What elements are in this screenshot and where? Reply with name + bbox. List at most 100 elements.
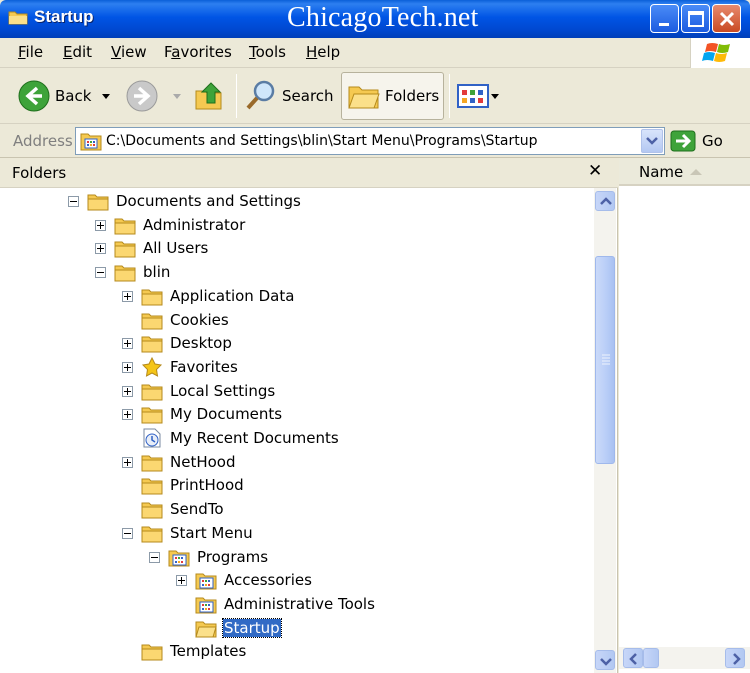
tree-item-administrator[interactable]: Administrator <box>95 214 246 236</box>
expand-icon[interactable] <box>122 361 133 373</box>
tree-item-label: Startup <box>222 618 282 638</box>
scroll-thumb-horizontal[interactable] <box>643 648 659 668</box>
star-icon <box>141 357 163 377</box>
tree-item-my-recent-documents[interactable]: My Recent Documents <box>122 427 340 449</box>
folder-icon <box>114 218 136 235</box>
close-icon <box>719 11 735 27</box>
address-dropdown-button[interactable] <box>641 129 663 153</box>
up-button[interactable] <box>194 72 226 120</box>
expand-icon[interactable] <box>122 385 133 397</box>
tree-item-label: Administrator <box>143 216 246 234</box>
back-dropdown-icon[interactable] <box>97 87 115 105</box>
scroll-down-button[interactable] <box>595 650 615 670</box>
scroll-thumb[interactable] <box>595 256 615 464</box>
tree-item-documents-and-settings[interactable]: Documents and Settings <box>68 190 302 212</box>
go-arrow-icon <box>670 130 696 152</box>
expand-icon[interactable] <box>122 337 133 349</box>
folder-icon <box>141 455 163 472</box>
folder-icon <box>141 502 163 519</box>
tree-item-printhood[interactable]: PrintHood <box>122 474 245 496</box>
tree-item-local-settings[interactable]: Local Settings <box>122 380 276 402</box>
folder-icon <box>8 11 28 25</box>
tree-item-label: Desktop <box>170 334 232 352</box>
tree-vertical-scrollbar[interactable] <box>594 188 616 673</box>
folders-pane-close-button[interactable]: ✕ <box>588 161 602 181</box>
menu-edit[interactable]: Edit <box>63 43 92 61</box>
tree-item-my-documents[interactable]: My Documents <box>122 403 283 425</box>
forward-button[interactable] <box>126 72 186 120</box>
open-folder-icon <box>195 621 217 638</box>
expand-icon[interactable] <box>122 290 133 302</box>
expand-icon[interactable] <box>95 219 106 231</box>
collapse-icon[interactable] <box>149 551 160 563</box>
tree-item-nethood[interactable]: NetHood <box>122 451 237 473</box>
address-label: Address <box>13 132 73 150</box>
collapse-icon[interactable] <box>68 195 79 207</box>
minimize-button[interactable] <box>650 4 679 33</box>
tree-item-blin[interactable]: blin <box>95 261 171 283</box>
tree-item-all-users[interactable]: All Users <box>95 237 209 259</box>
close-button[interactable] <box>712 4 741 33</box>
tree-item-label: Favorites <box>170 358 238 376</box>
chevron-right-icon <box>733 653 741 665</box>
tree-item-templates[interactable]: Templates <box>122 640 247 662</box>
folders-pane-title: Folders <box>12 164 67 182</box>
folder-icon <box>141 313 163 330</box>
expand-icon[interactable] <box>176 574 187 586</box>
file-list-pane[interactable]: Name <box>619 158 750 673</box>
views-dropdown-icon[interactable] <box>489 87 501 105</box>
folder-icon <box>141 289 163 306</box>
tree-item-programs[interactable]: Programs <box>149 546 269 568</box>
tree-item-sendto[interactable]: SendTo <box>122 498 225 520</box>
tree-item-desktop[interactable]: Desktop <box>122 332 233 354</box>
chevron-down-icon <box>646 137 658 145</box>
tree-item-label: My Recent Documents <box>170 429 339 447</box>
chevron-down-icon <box>600 658 612 666</box>
folders-button[interactable]: Folders <box>341 72 444 120</box>
list-horizontal-scrollbar[interactable] <box>619 647 750 669</box>
programs-folder-icon <box>195 573 217 590</box>
tree-item-label: Programs <box>197 548 269 566</box>
tree-item-startup[interactable]: Startup <box>176 617 282 639</box>
tree-item-administrative-tools[interactable]: Administrative Tools <box>176 593 376 615</box>
scroll-left-button[interactable] <box>623 648 643 668</box>
menu-help[interactable]: Help <box>306 43 340 61</box>
name-column-header[interactable]: Name <box>619 158 750 186</box>
tree-item-application-data[interactable]: Application Data <box>122 285 295 307</box>
scroll-up-button[interactable] <box>595 191 615 211</box>
title-bar[interactable]: Startup ChicagoTech.net <box>0 0 750 38</box>
collapse-icon[interactable] <box>122 527 133 539</box>
maximize-button[interactable] <box>681 4 710 33</box>
tree-item-label: Local Settings <box>170 382 276 400</box>
menu-file[interactable]: File <box>18 43 43 61</box>
folder-icon <box>141 644 163 661</box>
menu-tools[interactable]: Tools <box>249 43 286 61</box>
minimize-icon <box>659 23 669 26</box>
back-button[interactable]: Back <box>18 72 115 120</box>
folder-icon <box>141 336 163 353</box>
folder-icon <box>141 384 163 401</box>
sort-ascending-icon <box>690 169 702 175</box>
expand-icon[interactable] <box>122 408 133 420</box>
menu-favorites[interactable]: Favorites <box>164 43 232 61</box>
views-button[interactable] <box>457 72 501 120</box>
expand-icon[interactable] <box>95 242 106 254</box>
chevron-left-icon <box>629 653 637 665</box>
folder-icon <box>87 194 109 211</box>
scroll-right-button[interactable] <box>725 648 745 668</box>
forward-dropdown-icon[interactable] <box>168 87 186 105</box>
folders-icon <box>348 86 380 109</box>
tree-item-start-menu[interactable]: Start Menu <box>122 522 254 544</box>
tree-item-label: All Users <box>143 239 209 257</box>
address-input[interactable]: C:\Documents and Settings\blin\Start Men… <box>75 127 665 155</box>
programs-folder-icon <box>195 597 217 614</box>
tree-item-accessories[interactable]: Accessories <box>176 569 313 591</box>
expand-icon[interactable] <box>122 456 133 468</box>
tree-item-cookies[interactable]: Cookies <box>122 309 230 331</box>
search-button[interactable]: Search <box>245 72 334 120</box>
collapse-icon[interactable] <box>95 266 106 278</box>
up-folder-icon <box>195 82 222 110</box>
menu-view[interactable]: View <box>111 43 147 61</box>
go-button[interactable]: Go <box>670 128 723 154</box>
tree-item-favorites[interactable]: Favorites <box>122 356 239 378</box>
